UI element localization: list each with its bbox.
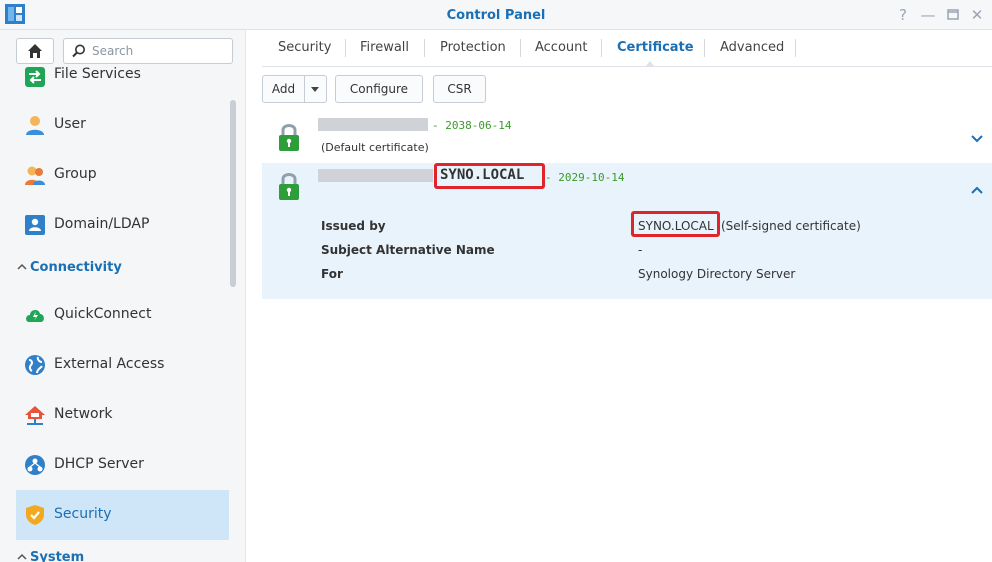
- for-label: For: [321, 267, 343, 281]
- sidebar-item-file-services[interactable]: File Services: [16, 56, 229, 92]
- chevron-up-icon: [17, 553, 27, 560]
- san-label: Subject Alternative Name: [321, 243, 495, 257]
- sidebar-item-security[interactable]: Security: [16, 490, 229, 540]
- tab-divider: [345, 39, 346, 57]
- sidebar-item-label: Security: [54, 506, 112, 522]
- help-icon[interactable]: ?: [894, 6, 912, 24]
- tab-bar: Security Firewall Protection Account Cer…: [262, 30, 992, 67]
- chevron-up-icon[interactable]: [970, 185, 984, 195]
- sidebar-item-group[interactable]: Group: [16, 152, 229, 200]
- network-icon: [25, 406, 45, 425]
- security-shield-icon: [26, 505, 44, 525]
- tab-divider: [601, 39, 602, 57]
- tab-security[interactable]: Security: [278, 40, 331, 66]
- sidebar-item-dhcp-server[interactable]: DHCP Server: [16, 442, 229, 490]
- sidebar-item-user[interactable]: User: [16, 102, 229, 150]
- tab-account[interactable]: Account: [535, 40, 588, 66]
- tab-divider: [795, 39, 796, 57]
- user-icon: [26, 116, 44, 135]
- sidebar-item-label: Group: [54, 166, 97, 182]
- group-icon: [25, 166, 45, 185]
- expiry-date: - 2029-10-14: [545, 171, 625, 184]
- sidebar-item-label: File Services: [54, 66, 141, 82]
- sidebar-item-network[interactable]: Network: [16, 392, 229, 440]
- csr-button[interactable]: CSR: [433, 75, 486, 103]
- section-label: Connectivity: [30, 260, 122, 275]
- issued-by-label: Issued by: [321, 219, 386, 233]
- for-value: Synology Directory Server: [638, 267, 796, 281]
- sidebar-item-label: Network: [54, 406, 113, 422]
- domain-icon: [25, 215, 45, 235]
- lock-icon: [279, 173, 299, 200]
- sidebar-item-quickconnect[interactable]: QuickConnect: [16, 292, 229, 340]
- redacted-name: [318, 118, 428, 131]
- section-label: System: [30, 550, 85, 562]
- dhcp-icon: [25, 455, 45, 475]
- certificate-row[interactable]: - 2038-06-14 (Default certificate): [262, 114, 992, 162]
- tab-certificate[interactable]: Certificate: [617, 40, 694, 66]
- sidebar-item-label: User: [54, 116, 86, 132]
- redacted-name: [318, 169, 433, 182]
- sidebar-scrollbar[interactable]: [230, 100, 236, 287]
- chevron-down-icon[interactable]: [970, 134, 984, 144]
- close-icon[interactable]: ✕: [968, 6, 986, 24]
- add-dropdown-button[interactable]: [305, 75, 327, 103]
- sidebar-item-label: Domain/LDAP: [54, 216, 150, 232]
- active-tab-caret-icon: [645, 61, 655, 67]
- sidebar-item-label: QuickConnect: [54, 306, 152, 322]
- tab-protection[interactable]: Protection: [440, 40, 506, 66]
- tab-divider: [704, 39, 705, 57]
- external-access-icon: [25, 355, 45, 375]
- tab-firewall[interactable]: Firewall: [360, 40, 409, 66]
- section-system[interactable]: System: [16, 546, 229, 562]
- issued-by-suffix: (Self-signed certificate): [721, 219, 861, 233]
- file-services-icon: [25, 67, 45, 87]
- lock-icon: [279, 124, 299, 151]
- tab-divider: [424, 39, 425, 57]
- highlight-box: [631, 211, 720, 237]
- quickconnect-icon: [26, 309, 44, 322]
- title-bar: Control Panel ? — ✕: [0, 0, 992, 30]
- sidebar-item-domain-ldap[interactable]: Domain/LDAP: [16, 202, 229, 250]
- certificate-note: (Default certificate): [321, 141, 429, 154]
- sidebar: File Services User Group Domain/LDAP Con…: [0, 30, 246, 562]
- chevron-down-icon: [311, 87, 319, 92]
- sidebar-item-external-access[interactable]: External Access: [16, 342, 229, 390]
- sidebar-item-label: External Access: [54, 356, 165, 372]
- certificate-row-expanded[interactable]: SYNO.LOCAL - 2029-10-14 Issued by SYNO.L…: [262, 163, 992, 299]
- chevron-up-icon: [17, 263, 27, 270]
- tab-divider: [520, 39, 521, 57]
- maximize-icon[interactable]: [944, 6, 962, 24]
- configure-button[interactable]: Configure: [335, 75, 423, 103]
- section-connectivity[interactable]: Connectivity: [16, 256, 229, 284]
- window-title: Control Panel: [446, 8, 546, 23]
- add-button[interactable]: Add: [262, 75, 305, 103]
- expiry-date: - 2038-06-14: [432, 119, 512, 132]
- highlight-box: [434, 163, 545, 189]
- san-value: -: [638, 243, 643, 257]
- tab-advanced[interactable]: Advanced: [720, 40, 784, 66]
- sidebar-item-label: DHCP Server: [54, 456, 144, 472]
- minimize-icon[interactable]: —: [919, 6, 937, 24]
